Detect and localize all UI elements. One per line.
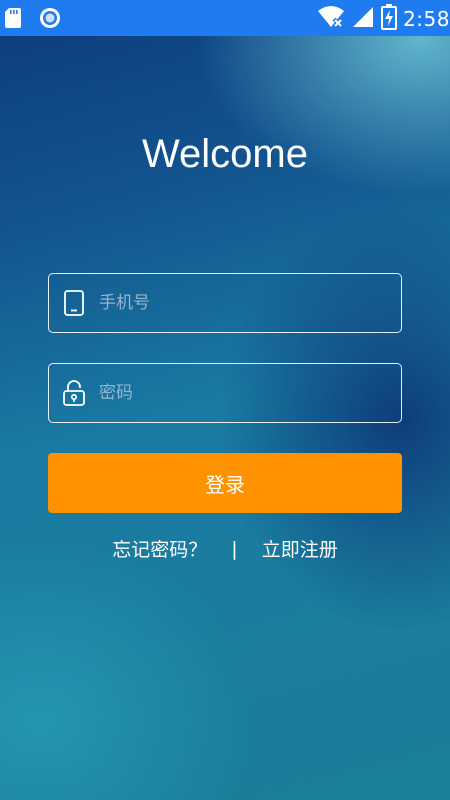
phone-icon (49, 274, 99, 332)
status-bar: 2:58 (0, 0, 450, 36)
welcome-title: Welcome (142, 132, 308, 176)
forgot-password-link[interactable]: 忘记密码？ (112, 535, 207, 562)
status-bar-right: 2:58 (317, 4, 450, 34)
phone-input[interactable] (99, 274, 401, 332)
phone-field[interactable] (48, 273, 402, 333)
link-separator: | (231, 537, 238, 560)
sd-card-icon (4, 7, 22, 33)
unlock-icon (49, 364, 99, 422)
register-link[interactable]: 立即注册 (262, 535, 338, 562)
status-bar-left (4, 6, 62, 34)
password-input[interactable] (99, 364, 401, 422)
login-button[interactable]: 登录 (48, 453, 402, 513)
account-links: 忘记密码？ | 立即注册 (0, 535, 450, 562)
wifi-off-icon (317, 5, 345, 33)
status-time: 2:58 (403, 7, 450, 31)
battery-charging-icon (381, 4, 398, 34)
sync-circle-icon (38, 6, 62, 34)
signal-icon (351, 5, 375, 33)
password-field[interactable] (48, 363, 402, 423)
